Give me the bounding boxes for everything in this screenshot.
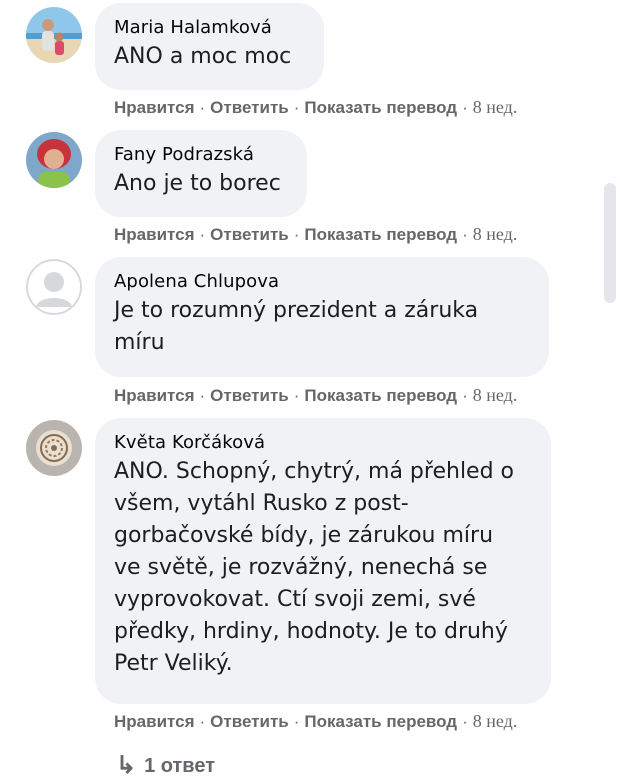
comment-author[interactable]: Květa Korčáková [114,432,531,454]
user-photo-beach-icon [26,7,82,63]
reply-button[interactable]: Ответить [210,712,289,731]
avatar[interactable] [26,259,82,315]
translate-button[interactable]: Показать перевод [304,712,457,731]
like-button[interactable]: Нравится [114,712,195,731]
comment-bubble: Apolena Chlupova Je to rozumný prezident… [95,257,549,377]
separator: · [199,98,206,117]
comment-author[interactable]: Maria Halamková [114,17,304,39]
comment-text: ANO. Schopný, chytrý, má přehled o všem,… [114,459,515,676]
replies-count-label: 1 ответ [144,755,215,777]
comment-author[interactable]: Fany Podrazská [114,144,287,166]
reply-arrow-icon: ↳ [116,752,137,779]
separator: · [199,386,206,405]
comment-timestamp[interactable]: 8 нед. [473,385,518,405]
separator: · [462,386,468,405]
translate-button[interactable]: Показать перевод [304,98,457,117]
avatar[interactable] [26,7,82,63]
reply-button[interactable]: Ответить [210,386,289,405]
separator: · [462,712,468,731]
comment-bubble: Maria Halamková ANO a moc moc [95,3,324,90]
separator: · [293,386,300,405]
separator: · [462,225,468,244]
user-photo-red-hair-icon [26,132,82,188]
scrollbar[interactable] [604,183,616,303]
reply-button[interactable]: Ответить [210,225,289,244]
comment-bubble: Květa Korčáková ANO. Schopný, chytrý, má… [95,418,551,704]
view-replies-link[interactable]: ↳ 1 ответ [116,752,215,779]
comment-author[interactable]: Apolena Chlupova [114,271,529,293]
separator: · [199,712,206,731]
comment-text: Je to rozumný prezident a záruka míru [114,298,479,355]
default-avatar-icon [26,259,82,315]
comment-text: Ano je to borec [114,171,281,196]
like-button[interactable]: Нравится [114,386,195,405]
separator: · [462,98,468,117]
comment-actions: Нравится · Ответить · Показать перевод · 8 нед… [114,384,517,407]
translate-button[interactable]: Показать перевод [304,386,457,405]
separator: · [293,712,300,731]
comment-bubble: Fany Podrazská Ano je to borec [95,130,307,217]
user-photo-ornament-icon [26,420,82,476]
reply-button[interactable]: Ответить [210,98,289,117]
comment-actions: Нравится · Ответить · Показать перевод · 8 нед… [114,96,517,119]
separator: · [293,98,300,117]
like-button[interactable]: Нравится [114,225,195,244]
translate-button[interactable]: Показать перевод [304,225,457,244]
comment-timestamp[interactable]: 8 нед. [473,711,518,731]
avatar[interactable] [26,420,82,476]
comment-timestamp[interactable]: 8 нед. [473,97,518,117]
separator: · [199,225,206,244]
like-button[interactable]: Нравится [114,98,195,117]
comment-text: ANO a moc moc [114,44,292,69]
separator: · [293,225,300,244]
avatar[interactable] [26,132,82,188]
comment-actions: Нравится · Ответить · Показать перевод · 8 нед… [114,710,517,733]
comment-timestamp[interactable]: 8 нед. [473,224,518,244]
comment-actions: Нравится · Ответить · Показать перевод · 8 нед… [114,223,517,246]
